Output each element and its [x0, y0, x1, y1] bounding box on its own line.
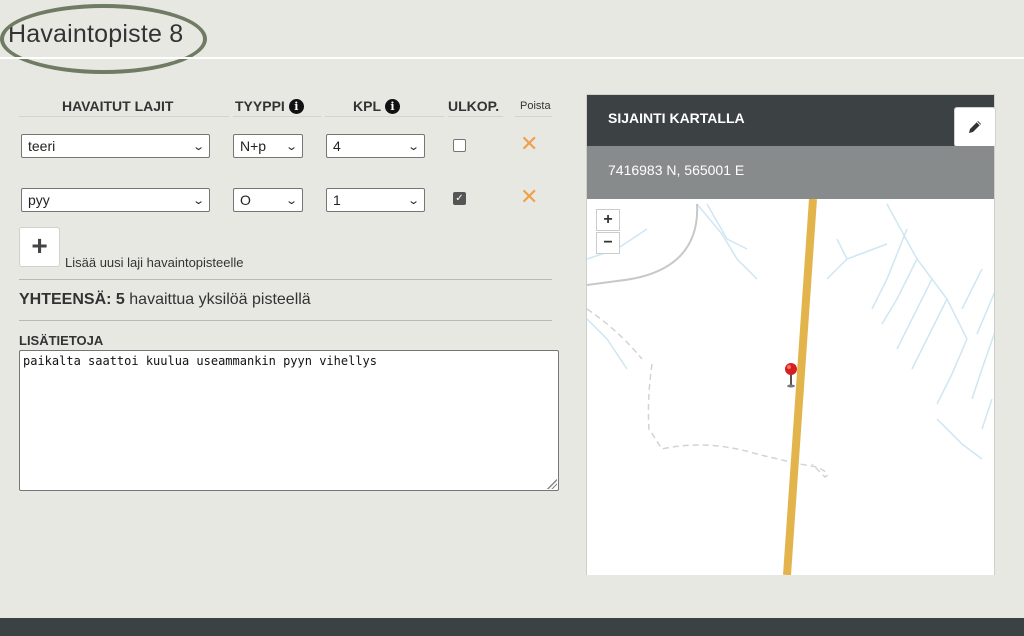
info-icon[interactable]: i [385, 98, 400, 114]
add-species-button[interactable]: + [19, 227, 60, 267]
total-count: 5 [115, 291, 125, 308]
outside-checkbox[interactable]: ✓ [453, 192, 466, 205]
zoom-in-button[interactable]: + [596, 209, 620, 231]
map-panel: SIJAINTI KARTALLA 7416983 N, 565001 E + … [586, 94, 996, 575]
close-icon[interactable]: ✕ [520, 133, 538, 155]
pencil-icon [969, 121, 981, 133]
header-underline [233, 116, 321, 117]
species-select-value: pyy [28, 192, 50, 208]
type-select-value: O [240, 192, 251, 208]
info-icon[interactable]: i [288, 98, 304, 114]
species-select-value: teeri [28, 138, 56, 154]
total-summary: YHTEENSÄ: 5 havaittua yksilöä pisteellä [19, 291, 311, 309]
notes-label: LISÄTIETOJA [19, 333, 104, 348]
chevron-down-icon: ⌄ [406, 140, 420, 153]
chevron-down-icon: ⌄ [284, 194, 298, 207]
chevron-down-icon: ⌄ [191, 194, 205, 207]
close-icon[interactable]: ✕ [520, 186, 538, 208]
divider [19, 320, 552, 321]
outside-checkbox[interactable] [453, 139, 466, 152]
header-outside-label: ULKOP. [448, 98, 500, 114]
notes-textarea[interactable]: paikalta saattoi kuulua useammankin pyyn… [19, 350, 559, 491]
map-pin-icon[interactable] [784, 362, 798, 388]
chevron-down-icon: ⌄ [191, 140, 205, 153]
species-select[interactable]: teeri ⌄ [21, 134, 210, 158]
map-canvas[interactable]: + − [587, 199, 994, 575]
total-suffix: havaittua yksilöä pisteellä [129, 291, 311, 308]
add-species-label: Lisää uusi laji havaintopisteelle [65, 255, 244, 270]
header-type: TYYPPI i [235, 98, 304, 114]
header-species-label: HAVAITUT LAJIT [62, 98, 174, 114]
title-highlight-oval [0, 4, 207, 74]
count-select[interactable]: 1 ⌄ [326, 188, 425, 212]
header-underline [325, 116, 444, 117]
count-select-value: 4 [333, 138, 341, 154]
type-select-value: N+p [240, 138, 267, 154]
map-title: SIJAINTI KARTALLA [608, 110, 745, 126]
chevron-down-icon: ⌄ [406, 194, 420, 207]
map-header: SIJAINTI KARTALLA [587, 95, 994, 146]
species-select[interactable]: pyy ⌄ [21, 188, 210, 212]
header-remove: Poista [520, 100, 551, 112]
header-count: KPL i [353, 98, 400, 114]
header-species: HAVAITUT LAJIT [62, 98, 173, 114]
resize-handle[interactable] [547, 479, 557, 489]
edit-location-button[interactable] [954, 107, 996, 147]
total-label: YHTEENSÄ: [19, 291, 112, 308]
type-select[interactable]: N+p ⌄ [233, 134, 303, 158]
divider [19, 279, 552, 280]
title-divider [0, 57, 1024, 59]
header-underline [19, 116, 229, 117]
header-underline [448, 116, 503, 117]
count-select[interactable]: 4 ⌄ [326, 134, 425, 158]
header-count-label: KPL [353, 98, 381, 114]
coordinate-text: 7416983 N, 565001 E [608, 162, 745, 178]
chevron-down-icon: ⌄ [284, 140, 298, 153]
zoom-out-button[interactable]: − [596, 232, 620, 254]
header-underline [515, 116, 552, 117]
coordinate-bar: 7416983 N, 565001 E [587, 146, 994, 199]
header-type-label: TYYPPI [235, 98, 285, 114]
header-outside: ULKOP. [448, 98, 499, 114]
type-select[interactable]: O ⌄ [233, 188, 303, 212]
count-select-value: 1 [333, 192, 341, 208]
footer-bar [0, 618, 1024, 636]
